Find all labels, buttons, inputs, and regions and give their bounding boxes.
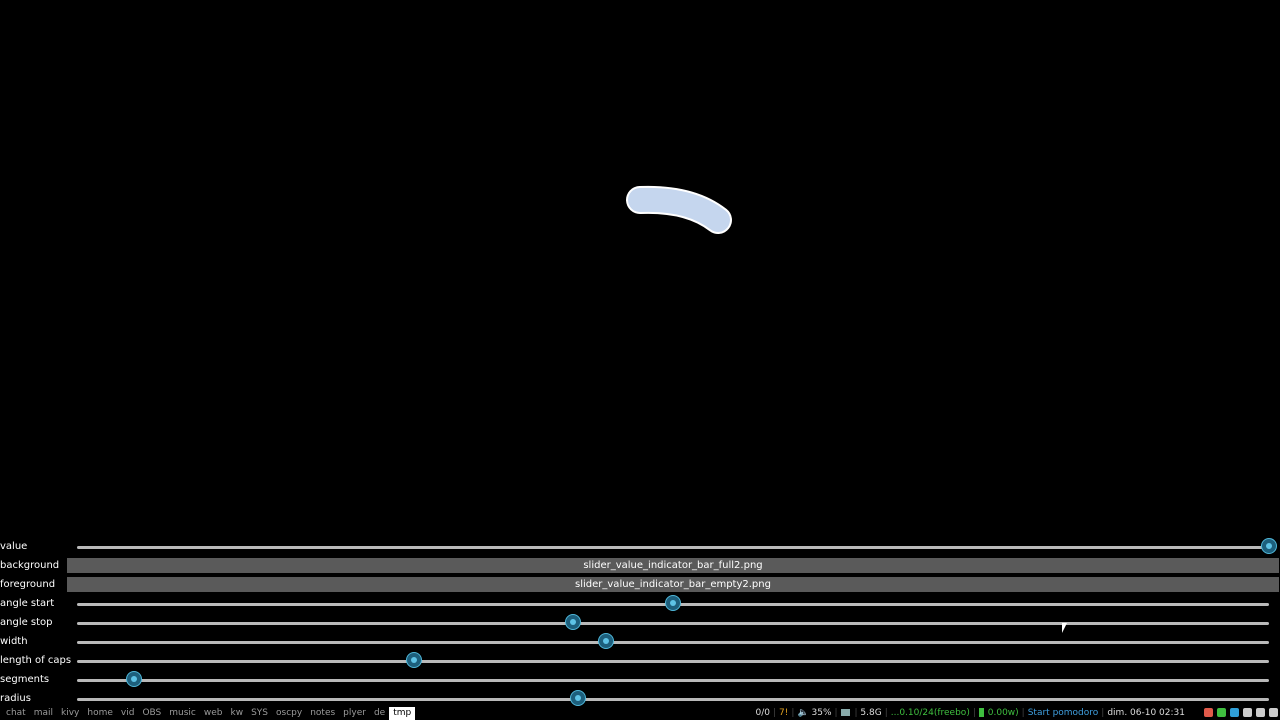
segments-row: segments — [0, 670, 1280, 689]
speaker-icon: 🔈 — [797, 708, 809, 718]
battery-icon — [978, 708, 984, 717]
preview-canvas — [0, 0, 1280, 537]
slider-thumb[interactable] — [569, 690, 586, 706]
clock: dim. 06-10 02:31 — [1107, 708, 1185, 718]
power-status: 0.00w) — [976, 707, 1022, 720]
radius-label: radius — [0, 693, 31, 704]
controls-panel: value background slider_value_indicator_… — [0, 537, 1280, 707]
status-bar: 0/0 | 7! | 🔈 35% | | 5.8G | ...0.10/24(f… — [753, 707, 1280, 720]
background-row: background slider_value_indicator_bar_fu… — [0, 556, 1280, 575]
slider-track — [77, 546, 1269, 549]
workspace-oscpy[interactable]: oscpy — [272, 707, 306, 720]
flag-icon[interactable] — [1204, 708, 1213, 717]
system-tray — [1202, 707, 1280, 720]
width-slider[interactable] — [77, 632, 1269, 651]
memory-value: 5.8G — [860, 708, 882, 718]
foreground-file-button[interactable]: slider_value_indicator_bar_empty2.png — [67, 577, 1279, 592]
workspace-sys[interactable]: SYS — [247, 707, 272, 720]
angle-stop-row: angle stop — [0, 613, 1280, 632]
workspace-music[interactable]: music — [165, 707, 200, 720]
workspace-obs[interactable]: OBS — [138, 707, 165, 720]
workspace-chat[interactable]: chat — [2, 707, 30, 720]
slider-thumb[interactable] — [598, 633, 615, 649]
check-icon[interactable] — [1217, 708, 1226, 717]
mouse-cursor-icon — [1062, 623, 1067, 633]
volume-status: 🔈 35% — [794, 707, 834, 720]
workspace-list: chat mail kivy home vid OBS music web kw SYS oscpy… — [2, 707, 416, 720]
workspace-mail[interactable]: mail — [30, 707, 57, 720]
background-label: background — [0, 560, 60, 571]
workspace-home[interactable]: home — [83, 707, 117, 720]
workspace-tmp[interactable]: tmp — [389, 707, 416, 720]
foreground-row: foreground slider_value_indicator_bar_em… — [0, 575, 1280, 594]
power-value: 0.00w) — [987, 708, 1019, 718]
progress-arc-preview — [626, 185, 732, 234]
angle-stop-slider[interactable] — [77, 613, 1269, 632]
slider-track — [77, 679, 1269, 682]
counter-status: 0/0 — [755, 708, 770, 718]
slider-track — [77, 660, 1269, 663]
radius-row: radius — [0, 689, 1280, 708]
segments-slider[interactable] — [77, 670, 1269, 689]
angle-start-label: angle start — [0, 598, 55, 609]
workspace-notes[interactable]: notes — [306, 707, 339, 720]
background-file-button[interactable]: slider_value_indicator_bar_full2.png — [67, 558, 1279, 573]
slider-thumb[interactable] — [665, 595, 681, 611]
radius-slider[interactable] — [77, 689, 1269, 708]
workspace-kw[interactable]: kw — [227, 707, 248, 720]
workspace-plyer[interactable]: plyer — [339, 707, 370, 720]
network-icon[interactable] — [1243, 708, 1252, 717]
volume-value: 35% — [811, 708, 832, 718]
segments-label: segments — [0, 674, 50, 685]
workspace-kivy[interactable]: kivy — [57, 707, 83, 720]
workspace-de[interactable]: de — [370, 707, 389, 720]
load-status: ...0.10/24(freebo) — [890, 708, 970, 718]
workspace-web[interactable]: web — [200, 707, 227, 720]
slider-track — [77, 698, 1269, 701]
telegram-icon[interactable] — [1230, 708, 1239, 717]
width-label: width — [0, 636, 28, 647]
length-of-caps-row: length of caps — [0, 651, 1280, 670]
pomodoro-button[interactable]: Start pomodoro — [1025, 707, 1102, 720]
width-row: width — [0, 632, 1280, 651]
slider-track — [77, 641, 1269, 644]
value-row: value — [0, 537, 1280, 556]
angle-stop-label: angle stop — [0, 617, 53, 628]
length-of-caps-label: length of caps — [0, 655, 72, 666]
workspace-vid[interactable]: vid — [117, 707, 139, 720]
taskbar: chat mail kivy home vid OBS music web kw SYS oscpy… — [0, 707, 1280, 720]
slider-track — [77, 622, 1269, 625]
slider-thumb[interactable] — [564, 614, 581, 630]
alert-status: 7! — [779, 708, 789, 718]
angle-start-row: angle start — [0, 594, 1280, 613]
memory-status: | 5.8G — [838, 707, 885, 720]
battery-icon[interactable] — [1256, 708, 1265, 717]
value-label: value — [0, 541, 28, 552]
memory-icon — [840, 709, 850, 716]
slider-thumb[interactable] — [126, 671, 143, 687]
app-window: value background slider_value_indicator_… — [0, 0, 1280, 720]
angle-start-slider[interactable] — [77, 594, 1269, 613]
slider-thumb[interactable] — [406, 652, 423, 668]
length-of-caps-slider[interactable] — [77, 651, 1269, 670]
foreground-label: foreground — [0, 579, 56, 590]
slider-thumb[interactable] — [1261, 538, 1277, 554]
power-icon[interactable] — [1269, 708, 1278, 717]
value-slider[interactable] — [77, 537, 1277, 556]
